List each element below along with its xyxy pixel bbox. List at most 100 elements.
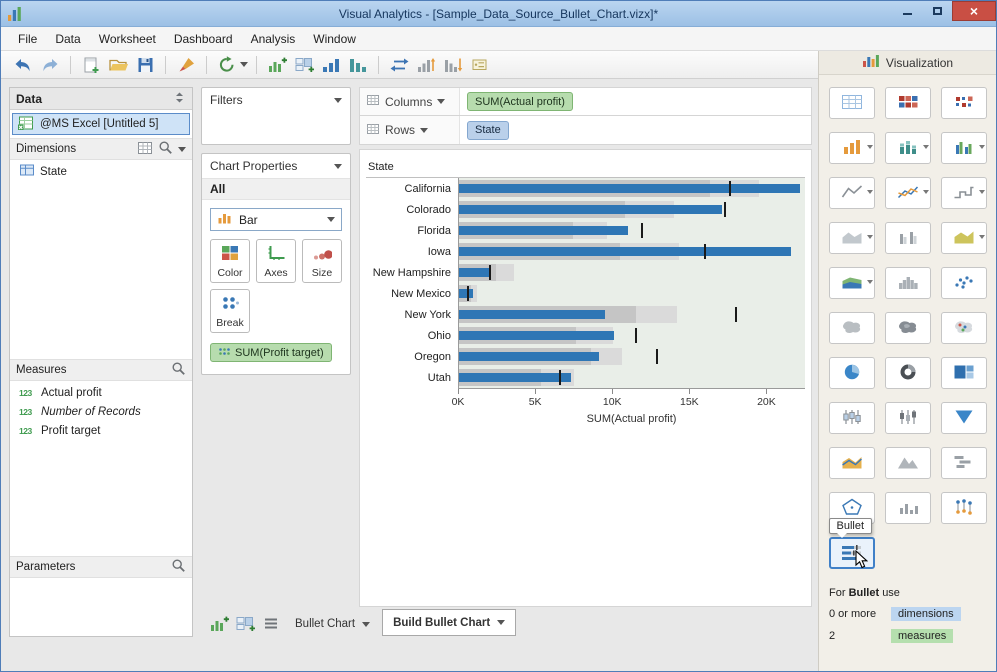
menu-item-window[interactable]: Window bbox=[304, 29, 365, 49]
chevron-down-icon[interactable] bbox=[978, 235, 985, 242]
measure-item[interactable]: 123 Profit target bbox=[10, 421, 192, 440]
viz-type-step-line[interactable] bbox=[940, 177, 987, 209]
viz-type-heat-map[interactable] bbox=[940, 87, 987, 119]
viz-type-filled-map[interactable] bbox=[884, 312, 931, 344]
color-button[interactable]: Color bbox=[210, 239, 250, 283]
actual-profit-bar[interactable] bbox=[459, 205, 722, 214]
chevron-down-icon[interactable] bbox=[362, 621, 371, 631]
sort-ascending-icon[interactable] bbox=[414, 55, 438, 75]
add-dashboard-icon[interactable] bbox=[292, 55, 316, 75]
viz-type-mountain[interactable] bbox=[884, 447, 931, 479]
viz-type-candlestick[interactable] bbox=[884, 402, 931, 434]
dimension-item[interactable]: State bbox=[10, 162, 192, 181]
viz-type-grouped-bar[interactable] bbox=[940, 132, 987, 164]
viz-type-treemap[interactable] bbox=[940, 357, 987, 389]
add-chart-icon[interactable] bbox=[265, 55, 289, 75]
measure-item[interactable]: 123 Number of Records bbox=[10, 402, 192, 421]
pill-sum-actual-profit-[interactable]: SUM(Actual profit) bbox=[467, 92, 573, 111]
menu-item-dashboard[interactable]: Dashboard bbox=[165, 29, 242, 49]
sort-updown-icon[interactable] bbox=[173, 91, 186, 107]
chevron-down-icon[interactable] bbox=[978, 145, 985, 152]
save-icon[interactable] bbox=[133, 55, 157, 75]
measure-item[interactable]: 123 Actual profit bbox=[10, 383, 192, 402]
sort-descending-icon[interactable] bbox=[441, 55, 465, 75]
viz-type-histogram[interactable] bbox=[884, 267, 931, 299]
menu-item-file[interactable]: File bbox=[9, 29, 46, 49]
actual-profit-bar[interactable] bbox=[459, 373, 572, 382]
break-button[interactable]: Break bbox=[210, 289, 250, 333]
chevron-down-icon[interactable] bbox=[334, 97, 342, 107]
menu-item-analysis[interactable]: Analysis bbox=[242, 29, 305, 49]
viz-type-highlight-table[interactable] bbox=[884, 87, 931, 119]
chevron-down-icon[interactable] bbox=[178, 146, 186, 156]
tab-new-dashboard-icon[interactable] bbox=[233, 613, 257, 633]
viz-type-bullet[interactable]: Bullet bbox=[828, 518, 875, 569]
viz-type-pie-chart[interactable] bbox=[828, 357, 875, 389]
chevron-down-icon[interactable] bbox=[866, 280, 873, 287]
viz-type-funnel[interactable] bbox=[940, 402, 987, 434]
pill-state[interactable]: State bbox=[467, 120, 509, 140]
maximize-button[interactable] bbox=[922, 1, 952, 21]
close-button[interactable]: × bbox=[952, 1, 996, 21]
size-button[interactable]: Size bbox=[302, 239, 342, 283]
viz-type-sparkbars[interactable] bbox=[884, 492, 931, 524]
redo-icon[interactable] bbox=[38, 55, 62, 75]
chevron-down-icon[interactable] bbox=[922, 145, 929, 152]
actual-profit-bar[interactable] bbox=[459, 226, 629, 235]
chevron-down-icon[interactable] bbox=[978, 190, 985, 197]
columns-shelf[interactable]: Columns SUM(Actual profit) bbox=[359, 87, 812, 116]
viz-type-map[interactable] bbox=[828, 312, 875, 344]
actual-profit-bar[interactable] bbox=[459, 310, 606, 319]
viz-type-line-chart[interactable] bbox=[828, 177, 875, 209]
tab-new-worksheet-icon[interactable] bbox=[207, 613, 231, 633]
data-source-item[interactable]: @MS Excel [Untitled 5] bbox=[12, 113, 190, 135]
menu-item-worksheet[interactable]: Worksheet bbox=[90, 29, 165, 49]
chevron-down-icon[interactable] bbox=[334, 163, 342, 173]
chevron-down-icon[interactable] bbox=[866, 145, 873, 152]
viz-type-donut-chart[interactable] bbox=[884, 357, 931, 389]
chevron-down-icon[interactable] bbox=[437, 99, 446, 108]
chevron-down-icon[interactable] bbox=[240, 62, 248, 71]
tab-list-icon[interactable] bbox=[259, 613, 283, 633]
viz-type-paired-bars[interactable] bbox=[884, 222, 931, 254]
open-icon[interactable] bbox=[106, 55, 130, 75]
viz-type-point-map[interactable] bbox=[940, 312, 987, 344]
bars-asc-icon[interactable] bbox=[319, 55, 343, 75]
viz-type-area-yellow[interactable] bbox=[940, 222, 987, 254]
viz-type-scatter-plot[interactable] bbox=[940, 267, 987, 299]
actual-profit-bar[interactable] bbox=[459, 268, 492, 277]
undo-icon[interactable] bbox=[11, 55, 35, 75]
show-labels-icon[interactable] bbox=[468, 55, 492, 75]
chevron-down-icon[interactable] bbox=[866, 235, 873, 242]
viz-type-bar-chart[interactable] bbox=[828, 132, 875, 164]
chevron-down-icon[interactable] bbox=[866, 190, 873, 197]
viz-type-stacked-bar[interactable] bbox=[884, 132, 931, 164]
profit-target-pill[interactable]: SUM(Profit target) bbox=[210, 343, 332, 362]
refresh-icon[interactable] bbox=[215, 55, 239, 75]
rows-shelf[interactable]: Rows State bbox=[359, 116, 812, 145]
tab-bullet-chart[interactable]: Bullet Chart bbox=[285, 612, 380, 636]
viz-type-stacked-area[interactable] bbox=[828, 267, 875, 299]
viz-type-text-table[interactable] bbox=[828, 87, 875, 119]
chevron-down-icon[interactable] bbox=[497, 620, 506, 629]
search-icon[interactable] bbox=[158, 140, 173, 158]
menu-item-data[interactable]: Data bbox=[46, 29, 89, 49]
viz-type-dumbbell[interactable] bbox=[940, 492, 987, 524]
actual-profit-bar[interactable] bbox=[459, 247, 792, 256]
viz-type-multi-line[interactable] bbox=[884, 177, 931, 209]
search-icon[interactable] bbox=[171, 361, 186, 379]
minimize-button[interactable] bbox=[892, 1, 922, 21]
chart-type-select[interactable]: Bar bbox=[210, 208, 342, 231]
viz-type-box-plot[interactable] bbox=[828, 402, 875, 434]
tab-build-bullet-chart[interactable]: Build Bullet Chart bbox=[382, 609, 517, 636]
chevron-down-icon[interactable] bbox=[922, 190, 929, 197]
new-worksheet-icon[interactable] bbox=[79, 55, 103, 75]
format-icon[interactable] bbox=[174, 55, 198, 75]
actual-profit-bar[interactable] bbox=[459, 331, 615, 340]
bars-desc-icon[interactable] bbox=[346, 55, 370, 75]
viz-type-combo-area[interactable] bbox=[828, 447, 875, 479]
search-icon[interactable] bbox=[171, 558, 186, 576]
actual-profit-bar[interactable] bbox=[459, 352, 599, 361]
actual-profit-bar[interactable] bbox=[459, 184, 801, 193]
table-view-icon[interactable] bbox=[137, 141, 153, 158]
